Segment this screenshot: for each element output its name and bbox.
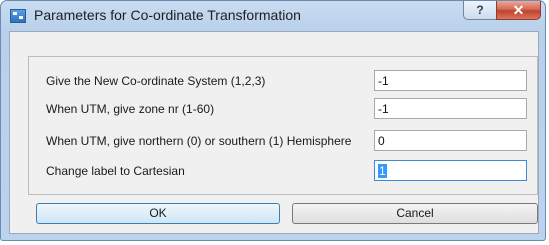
ok-button[interactable]: OK <box>36 203 280 224</box>
hemisphere-input[interactable]: 0 <box>374 130 527 151</box>
cartesian-label-input[interactable]: 1 <box>374 160 527 181</box>
close-button[interactable]: ✕ <box>496 1 541 20</box>
title-bar[interactable]: Parameters for Co-ordinate Transformatio… <box>1 1 545 31</box>
help-button[interactable]: ? <box>463 1 497 20</box>
field-label-cartesian: Change label to Cartesian <box>46 164 185 178</box>
app-icon <box>10 9 26 23</box>
selected-text: 1 <box>378 164 387 178</box>
utm-zone-input[interactable]: -1 <box>374 98 527 119</box>
field-label-utm-zone: When UTM, give zone nr (1-60) <box>46 102 215 116</box>
coordinate-system-input[interactable]: -1 <box>374 70 527 91</box>
field-label-hemisphere: When UTM, give northern (0) or southern … <box>46 134 352 148</box>
cancel-button[interactable]: Cancel <box>292 203 538 224</box>
window-title: Parameters for Co-ordinate Transformatio… <box>34 7 301 23</box>
field-label-coordinate-system: Give the New Co-ordinate System (1,2,3) <box>46 74 266 88</box>
